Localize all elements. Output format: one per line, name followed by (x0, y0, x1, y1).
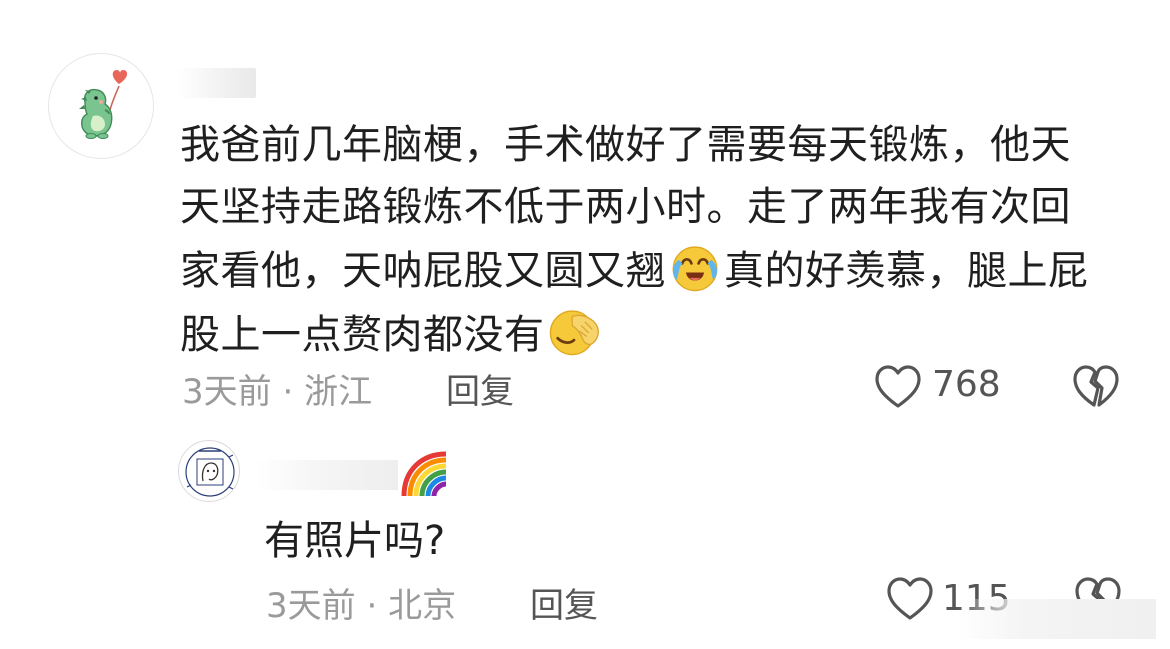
broken-heart-icon (1073, 365, 1119, 407)
comment-meta: 3天前 · 浙江 (182, 364, 372, 413)
meta-separator: · (282, 372, 294, 412)
comment-location: 浙江 (304, 372, 373, 412)
heart-outline-icon (887, 577, 933, 620)
reply-avatar[interactable] (178, 440, 240, 502)
meta-separator: · (366, 586, 378, 626)
reply-like-button[interactable] (886, 576, 934, 622)
reply-reply-button[interactable]: 回复 (530, 578, 598, 627)
rainbow-badge (400, 450, 450, 497)
facepalm-emoji-icon (549, 310, 599, 356)
crying-laughing-emoji-icon (672, 246, 718, 292)
heart-outline-icon (875, 365, 921, 408)
dinosaur-avatar-icon (79, 70, 128, 139)
comment-time: 3天前 (182, 372, 272, 412)
comment-body: 我爸前几年脑梗，手术做好了需要每天锻炼，他天天坚持走路锻炼不低于两小时。走了两年… (180, 114, 1110, 366)
reply-time: 3天前 (266, 586, 356, 626)
reply-username-blurred[interactable] (256, 460, 398, 490)
like-count: 768 (932, 364, 1001, 405)
reply-button[interactable]: 回复 (446, 364, 514, 413)
reply-meta: 3天前 · 北京 (266, 578, 456, 627)
username-blurred[interactable] (178, 68, 256, 98)
dislike-button[interactable] (1072, 364, 1120, 410)
rainbow-icon (401, 451, 447, 497)
reply-location: 北京 (388, 586, 457, 626)
like-button[interactable] (874, 364, 922, 410)
avatar[interactable] (48, 53, 154, 159)
sketch-portrait-avatar-icon (185, 447, 235, 497)
reply-comment-text: 有照片吗? (264, 518, 446, 564)
watermark-overlay (956, 599, 1156, 639)
